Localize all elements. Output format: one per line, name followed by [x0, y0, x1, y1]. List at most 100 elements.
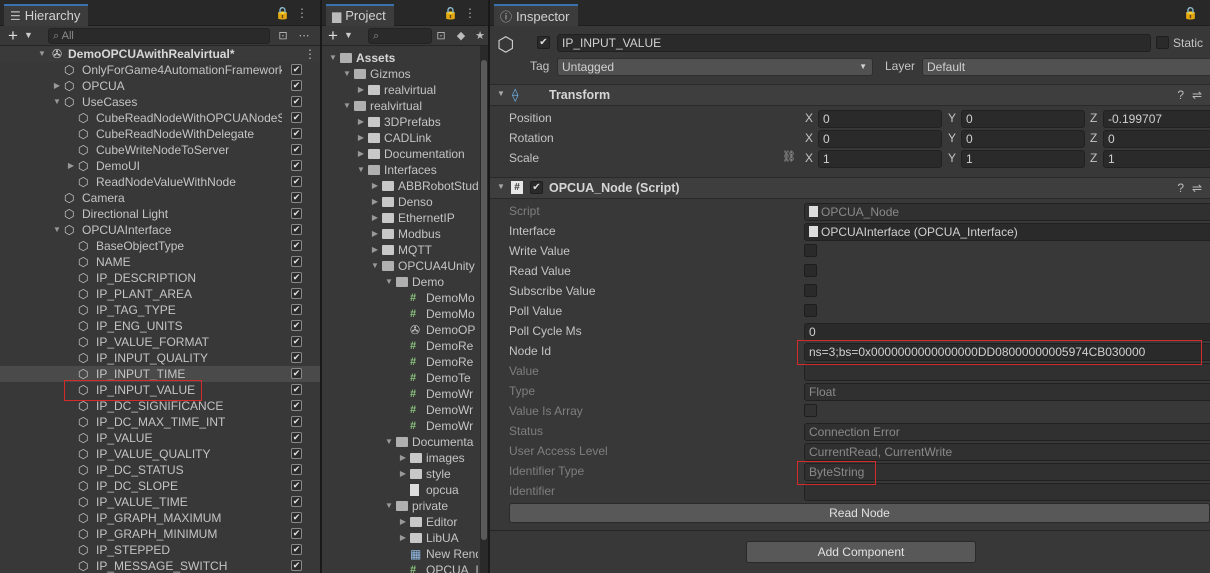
- hierarchy-item[interactable]: ⬡ IP_VALUE_TIME ✔: [0, 494, 320, 510]
- hierarchy-search-input[interactable]: ⌕ All: [48, 28, 270, 44]
- visibility-checkbox[interactable]: ✔: [291, 544, 302, 555]
- chevron-right-icon[interactable]: ▶: [66, 158, 76, 174]
- visibility-checkbox[interactable]: ✔: [291, 240, 302, 251]
- active-checkbox[interactable]: ✔: [537, 36, 550, 49]
- hierarchy-item[interactable]: ⬡ Directional Light ✔: [0, 206, 320, 222]
- project-item[interactable]: ▼ OPCUA4Unity: [322, 258, 480, 274]
- project-item[interactable]: # OPCUA_Int: [322, 562, 480, 573]
- chevron-down-icon[interactable]: ▼: [342, 66, 352, 82]
- hierarchy-item[interactable]: ⬡ CubeWriteNodeToServer ✔: [0, 142, 320, 158]
- hierarchy-item[interactable]: ⬡ IP_DC_SIGNIFICANCE ✔: [0, 398, 320, 414]
- project-item[interactable]: ▼ private: [322, 498, 480, 514]
- visibility-checkbox[interactable]: ✔: [291, 512, 302, 523]
- project-item[interactable]: ✇ DemoOP: [322, 322, 480, 338]
- rotation-y-field[interactable]: 0: [961, 130, 1085, 148]
- visibility-checkbox[interactable]: ✔: [291, 368, 302, 379]
- project-item[interactable]: ▶ realvirtual: [322, 82, 480, 98]
- project-item[interactable]: ▶ Editor: [322, 514, 480, 530]
- hierarchy-item[interactable]: ⬡ IP_GRAPH_MAXIMUM ✔: [0, 510, 320, 526]
- visibility-checkbox[interactable]: ✔: [291, 336, 302, 347]
- chevron-right-icon[interactable]: ▶: [370, 210, 380, 226]
- project-item[interactable]: # DemoRe: [322, 354, 480, 370]
- chevron-right-icon[interactable]: ▶: [356, 146, 366, 162]
- tab-hierarchy[interactable]: ☰ Hierarchy: [4, 4, 89, 26]
- chevron-right-icon[interactable]: ▶: [398, 514, 408, 530]
- scale-z-field[interactable]: 1: [1103, 150, 1210, 168]
- add-component-button[interactable]: Add Component: [746, 541, 976, 563]
- filter-label-icon[interactable]: ◆: [453, 28, 469, 44]
- project-item[interactable]: opcua: [322, 482, 480, 498]
- hierarchy-item[interactable]: ⬡ IP_ENG_UNITS ✔: [0, 318, 320, 334]
- hierarchy-item[interactable]: ⬡ IP_VALUE ✔: [0, 430, 320, 446]
- visibility-checkbox[interactable]: ✔: [291, 128, 302, 139]
- project-item[interactable]: ▼ Interfaces: [322, 162, 480, 178]
- layer-dropdown[interactable]: Default: [922, 58, 1210, 76]
- visibility-checkbox[interactable]: ✔: [291, 384, 302, 395]
- hierarchy-item[interactable]: ⬡ IP_DESCRIPTION ✔: [0, 270, 320, 286]
- hierarchy-item[interactable]: ⬡ IP_INPUT_VALUE ✔: [0, 382, 320, 398]
- hierarchy-item[interactable]: ▶ ⬡ DemoUI ✔: [0, 158, 320, 174]
- hierarchy-item[interactable]: ⬡ IP_INPUT_TIME ✔: [0, 366, 320, 382]
- chevron-down-icon[interactable]: ▼: [497, 89, 505, 98]
- scroll-thumb[interactable]: [481, 60, 487, 540]
- scene-row[interactable]: ▼ ✇ DemoOPCUAwithRealvirtual* ⋮: [0, 46, 320, 62]
- hierarchy-item[interactable]: ⬡ IP_PLANT_AREA ✔: [0, 286, 320, 302]
- star-icon[interactable]: ★: [472, 28, 488, 44]
- hierarchy-item[interactable]: ⬡ CubeReadNodeWithOPCUANodeScript ✔: [0, 110, 320, 126]
- gameobject-cube-icon[interactable]: ⬡: [497, 34, 519, 56]
- project-item[interactable]: ▶ Modbus: [322, 226, 480, 242]
- visibility-checkbox[interactable]: ✔: [291, 496, 302, 507]
- panel-menu-icons[interactable]: 🔒⋮: [443, 6, 482, 20]
- write-value-checkbox[interactable]: [804, 244, 817, 257]
- hierarchy-item[interactable]: ⬡ CubeReadNodeWithDelegate ✔: [0, 126, 320, 142]
- transform-header[interactable]: ▼ ⟠ Transform ? ⇌: [490, 84, 1210, 106]
- visibility-checkbox[interactable]: ✔: [291, 560, 302, 571]
- hierarchy-item[interactable]: ⬡ IP_DC_MAX_TIME_INT ✔: [0, 414, 320, 430]
- chevron-down-icon[interactable]: ▼: [384, 274, 394, 290]
- hierarchy-item[interactable]: ▶ ⬡ OPCUA ✔: [0, 78, 320, 94]
- visibility-checkbox[interactable]: ✔: [291, 224, 302, 235]
- visibility-checkbox[interactable]: ✔: [291, 96, 302, 107]
- tag-dropdown[interactable]: Untagged ▼: [557, 58, 873, 76]
- scene-menu-icon[interactable]: ⋮: [304, 46, 316, 62]
- project-item[interactable]: # DemoTe: [322, 370, 480, 386]
- visibility-checkbox[interactable]: ✔: [291, 464, 302, 475]
- node-id-field[interactable]: ns=3;bs=0x0000000000000000DD080000000059…: [804, 343, 1210, 361]
- hierarchy-item[interactable]: ⬡ OnlyForGame4AutomationFrameworkneeded ✔: [0, 62, 320, 78]
- chevron-right-icon[interactable]: ▶: [356, 130, 366, 146]
- chevron-right-icon[interactable]: ▶: [370, 242, 380, 258]
- position-y-field[interactable]: 0: [961, 110, 1085, 128]
- visibility-checkbox[interactable]: ✔: [291, 528, 302, 539]
- chevron-down-icon[interactable]: ▼: [370, 258, 380, 274]
- visibility-checkbox[interactable]: ✔: [291, 80, 302, 91]
- project-item[interactable]: ▶ ABBRobotStudio: [322, 178, 480, 194]
- project-item[interactable]: ▼ Assets: [322, 50, 480, 66]
- chevron-right-icon[interactable]: ▶: [356, 114, 366, 130]
- project-item[interactable]: ▼ Documenta: [322, 434, 480, 450]
- chevron-down-icon[interactable]: ▼: [342, 98, 352, 114]
- scene-visibility-icon[interactable]: ⊡: [275, 28, 291, 44]
- chevron-down-icon[interactable]: ▼: [356, 162, 366, 178]
- visibility-checkbox[interactable]: ✔: [291, 112, 302, 123]
- tab-inspector[interactable]: ⓘ Inspector: [494, 4, 578, 26]
- hierarchy-item[interactable]: ⬡ IP_INPUT_QUALITY ✔: [0, 350, 320, 366]
- project-item[interactable]: ▶ Denso: [322, 194, 480, 210]
- hierarchy-item[interactable]: ⬡ ReadNodeValueWithNode ✔: [0, 174, 320, 190]
- project-item[interactable]: ▶ images: [322, 450, 480, 466]
- hierarchy-item[interactable]: ⬡ IP_GRAPH_MINIMUM ✔: [0, 526, 320, 542]
- project-item[interactable]: ▶ 3DPrefabs: [322, 114, 480, 130]
- visibility-checkbox[interactable]: ✔: [291, 400, 302, 411]
- hierarchy-item[interactable]: ⬡ BaseObjectType ✔: [0, 238, 320, 254]
- scale-y-field[interactable]: 1: [961, 150, 1085, 168]
- poll-cycle-ms-field[interactable]: 0: [804, 323, 1210, 341]
- project-item[interactable]: ▶ EthernetIP: [322, 210, 480, 226]
- project-item[interactable]: ▼ realvirtual: [322, 98, 480, 114]
- opcua-node-header[interactable]: ▼ # ✔ OPCUA_Node (Script) ? ⇌: [490, 177, 1210, 199]
- settings-icon[interactable]: ⇌: [1192, 88, 1202, 102]
- project-item[interactable]: ▶ style: [322, 466, 480, 482]
- project-item[interactable]: # DemoWr: [322, 386, 480, 402]
- scale-x-field[interactable]: 1: [818, 150, 942, 168]
- filter-type-icon[interactable]: ⊡: [433, 28, 449, 44]
- chevron-right-icon[interactable]: ▶: [398, 466, 408, 482]
- chevron-down-icon[interactable]: ▼: [52, 94, 62, 110]
